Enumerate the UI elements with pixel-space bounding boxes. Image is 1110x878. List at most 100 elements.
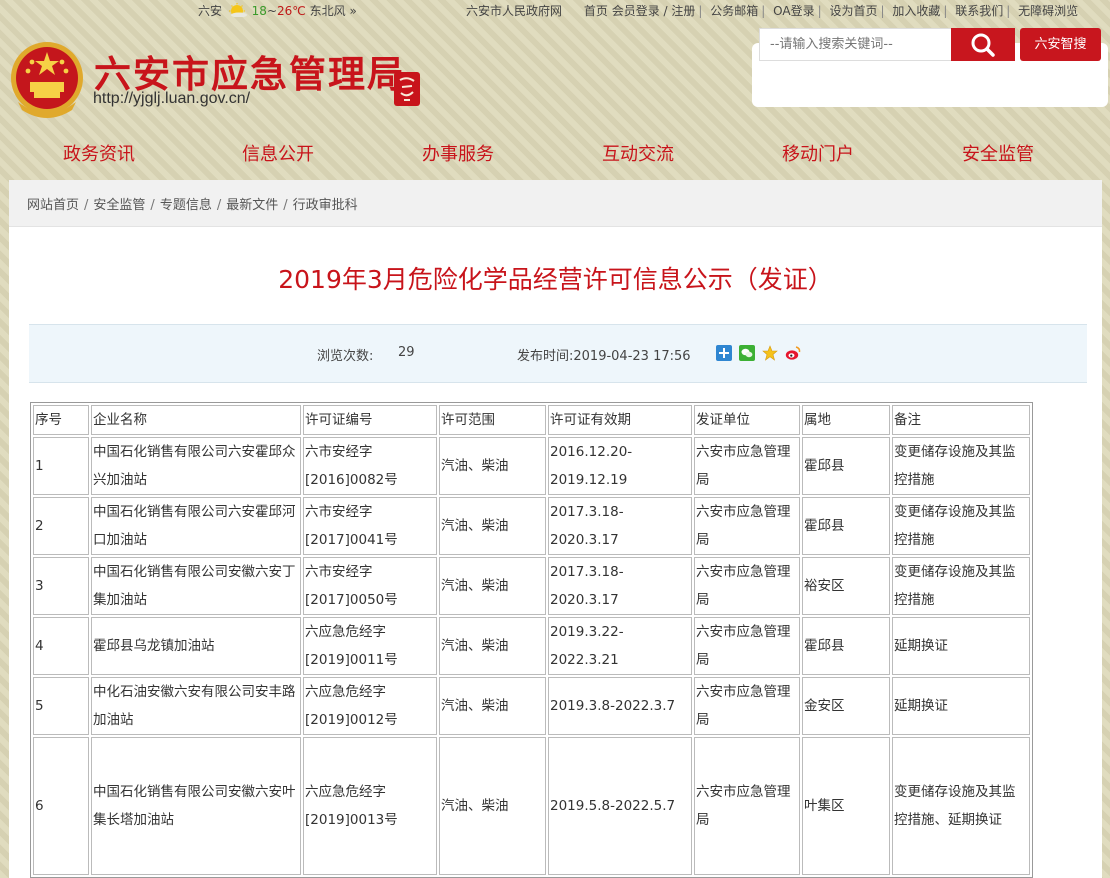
plus-share-icon[interactable] [716, 345, 732, 361]
temp-low: 18 [251, 4, 267, 18]
cell-company: 霍邱县乌龙镇加油站 [91, 617, 301, 675]
national-emblem-logo[interactable] [8, 40, 86, 122]
top-link-separator: | [698, 4, 703, 18]
cell-license-no: 六市安经字[2016]0082号 [303, 437, 437, 495]
breadcrumb-separator: / [84, 198, 89, 213]
column-header: 许可证有效期 [548, 405, 692, 435]
column-header: 属地 [802, 405, 890, 435]
cell-district: 裕安区 [802, 557, 890, 615]
breadcrumb-item-home[interactable]: 网站首页 [27, 198, 79, 213]
cell-index: 6 [33, 737, 89, 875]
cell-validity: 2019.5.8-2022.5.7 [548, 737, 692, 875]
top-link-set-home[interactable]: 设为首页 [829, 4, 877, 18]
cell-district: 叶集区 [802, 737, 890, 875]
top-link-separator: | [761, 4, 766, 18]
wechat-icon[interactable] [739, 345, 755, 361]
cell-license-no: 六市安经字[2017]0050号 [303, 557, 437, 615]
temp-high: 26℃ [277, 4, 306, 18]
weibo-icon[interactable] [785, 345, 801, 361]
breadcrumb-item-admin-approval[interactable]: 行政审批科 [293, 198, 358, 213]
top-link-mail[interactable]: 公务邮箱 [710, 4, 758, 18]
temp-separator: ~ [266, 4, 278, 18]
cell-scope: 汽油、柴油 [439, 557, 546, 615]
weather-more-icon[interactable]: » [349, 4, 356, 18]
cell-scope: 汽油、柴油 [439, 677, 546, 735]
weather-city: 六安 [198, 4, 223, 18]
top-link-oa[interactable]: OA登录 [773, 4, 814, 18]
sun-cloud-icon [228, 3, 247, 17]
top-link-separator: | [1006, 4, 1011, 18]
cell-remark: 变更储存设施及其监控措施、延期换证 [892, 737, 1030, 875]
table-row: 6 中国石化销售有限公司安徽六安叶集长塔加油站 六应急危经字[2019]0013… [33, 737, 1030, 875]
cell-scope: 汽油、柴油 [439, 617, 546, 675]
cell-index: 3 [33, 557, 89, 615]
nav-item-news[interactable]: 政务资讯 [63, 140, 135, 166]
main-nav: 政务资讯 信息公开 办事服务 互动交流 移动门户 安全监管 [0, 126, 1110, 180]
top-link-separator: | [880, 4, 885, 18]
article-title: 2019年3月危险化学品经营许可信息公示（发证） [278, 265, 833, 294]
nav-item-mobile-portal[interactable]: 移动门户 [782, 140, 854, 166]
star-icon[interactable] [762, 345, 778, 361]
cell-remark: 变更储存设施及其监控措施 [892, 497, 1030, 555]
cell-district: 霍邱县 [802, 617, 890, 675]
top-link-separator: | [943, 4, 948, 18]
cell-district: 金安区 [802, 677, 890, 735]
top-link-home[interactable]: 首页 [584, 4, 608, 18]
breadcrumb-item-topics[interactable]: 专题信息 [160, 198, 212, 213]
cell-index: 5 [33, 677, 89, 735]
top-link-separator: | [817, 4, 822, 18]
weather-widget: 六安 18~26℃ 东北风 » [198, 2, 357, 19]
cell-index: 4 [33, 617, 89, 675]
content-panel: 网站首页 / 安全监管 / 专题信息 / 最新文件 / 行政审批科 2019年3月危险化学品经营… [9, 180, 1102, 878]
publish-date-label: 发布时间: [517, 349, 574, 364]
cell-issuer: 六安市应急管理局 [694, 497, 800, 555]
nav-item-info-disclosure[interactable]: 信息公开 [242, 140, 314, 166]
column-header: 备注 [892, 405, 1030, 435]
cell-remark: 延期换证 [892, 617, 1030, 675]
views-count: 29 [398, 345, 415, 360]
cell-issuer: 六安市应急管理局 [694, 677, 800, 735]
smart-search-button[interactable]: 六安智搜 [1020, 28, 1101, 61]
breadcrumb-item-safety[interactable]: 安全监管 [93, 198, 145, 213]
search-input[interactable] [759, 28, 951, 61]
top-link-login[interactable]: 会员登录 / 注册 [612, 4, 696, 18]
cell-license-no: 六应急危经字[2019]0012号 [303, 677, 437, 735]
cell-issuer: 六安市应急管理局 [694, 737, 800, 875]
cell-scope: 汽油、柴油 [439, 437, 546, 495]
search-button[interactable] [951, 28, 1015, 61]
cell-remark: 变更储存设施及其监控措施 [892, 557, 1030, 615]
cell-validity: 2017.3.18-2020.3.17 [548, 497, 692, 555]
column-header: 许可证编号 [303, 405, 437, 435]
cell-issuer: 六安市应急管理局 [694, 617, 800, 675]
table-row: 5 中化石油安徽六安有限公司安丰路加油站 六应急危经字[2019]0012号 汽… [33, 677, 1030, 735]
column-header: 序号 [33, 405, 89, 435]
cell-company: 中化石油安徽六安有限公司安丰路加油站 [91, 677, 301, 735]
wind-text: 东北风 [309, 4, 346, 18]
cell-remark: 延期换证 [892, 677, 1030, 735]
breadcrumb-separator: / [283, 198, 288, 213]
cell-district: 霍邱县 [802, 437, 890, 495]
city-seal-logo [394, 72, 420, 106]
views-label: 浏览次数: [317, 349, 374, 364]
column-header: 许可范围 [439, 405, 546, 435]
cell-scope: 汽油、柴油 [439, 497, 546, 555]
breadcrumb-bar: 网站首页 / 安全监管 / 专题信息 / 最新文件 / 行政审批科 [9, 180, 1102, 227]
nav-item-interaction[interactable]: 互动交流 [602, 140, 674, 166]
top-link-contact[interactable]: 联系我们 [955, 4, 1003, 18]
cell-index: 1 [33, 437, 89, 495]
nav-item-safety-supervision[interactable]: 安全监管 [962, 140, 1034, 166]
top-link-favorite[interactable]: 加入收藏 [892, 4, 940, 18]
breadcrumb-separator: / [150, 198, 155, 213]
breadcrumb-item-latest-files[interactable]: 最新文件 [226, 198, 278, 213]
site-url: http://yjglj.luan.gov.cn/ [93, 90, 251, 107]
cell-validity: 2016.12.20-2019.12.19 [548, 437, 692, 495]
article-meta-bar: 浏览次数: 29 发布时间:2019-04-23 17:56 [29, 324, 1087, 383]
top-link-accessibility[interactable]: 无障碍浏览 [1018, 4, 1078, 18]
nav-item-services[interactable]: 办事服务 [422, 140, 494, 166]
top-link-gov-site[interactable]: 六安市人民政府网 [466, 4, 562, 18]
cell-scope: 汽油、柴油 [439, 737, 546, 875]
cell-issuer: 六安市应急管理局 [694, 437, 800, 495]
cell-company: 中国石化销售有限公司六安霍邱众兴加油站 [91, 437, 301, 495]
cell-issuer: 六安市应急管理局 [694, 557, 800, 615]
cell-validity: 2019.3.22-2022.3.21 [548, 617, 692, 675]
